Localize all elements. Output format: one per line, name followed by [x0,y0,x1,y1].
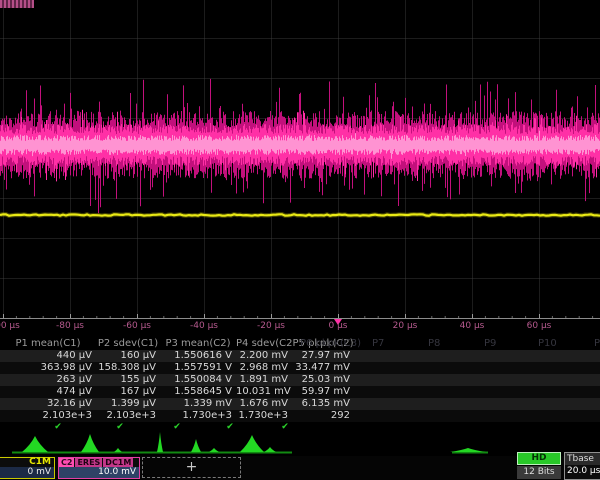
table-row: 263 µV155 µV1.550084 V1.891 mV25.03 mV [0,374,600,386]
trace-annotation-badge [0,0,34,8]
time-axis-tick-label: -20 µs [257,321,285,331]
c1-scale-label: 0 mV [0,467,54,478]
time-axis-tick-label: 40 µs [460,321,485,331]
waveform-canvas [0,0,600,337]
measurement-cell: 1.339 mV [160,398,236,410]
measure-header-unused[interactable]: P6 pkpk(C3) [300,338,361,349]
c2-channel-badge: C2 [59,458,74,467]
measurement-cell: 33.477 mV [292,362,354,374]
time-axis-tick-label: 0 µs [328,321,347,331]
measurement-cell: 25.03 mV [292,374,354,386]
measure-header-unused[interactable]: P9 [484,338,496,349]
measurement-cell: 6.135 mV [292,398,354,410]
measurement-cell: 2.200 mV [236,350,292,362]
table-row: 474 µV167 µV1.558645 V10.031 mV59.97 mV [0,386,600,398]
timebase-title: Tbase [565,453,600,465]
measurement-cell: 59.97 mV [292,386,354,398]
channel-c1-descriptor[interactable]: C1M 0 mV [0,457,55,479]
measurement-cell: 27.97 mV [292,350,354,362]
measurement-cell: 1.730e+3 [236,410,292,422]
measurement-cell: 1.558645 V [160,386,236,398]
measurement-cell: 2.103e+3 [96,410,160,422]
measurement-cell: 158.308 µV [96,362,160,374]
channel-c2-descriptor[interactable]: C2 ERES DC1M 10.0 mV [58,457,140,479]
plus-icon: + [186,459,198,475]
measurement-cell: 32.16 µV [0,398,96,410]
measurement-cell: 1.730e+3 [160,410,236,422]
measurement-cell: 160 µV [96,350,160,362]
c2-coupling-badge: DC1M [103,458,133,467]
time-axis-tick-label: -60 µs [123,321,151,331]
measurement-cell: 2.968 mV [236,362,292,374]
time-axis-tick-label: 20 µs [393,321,418,331]
table-row: 440 µV160 µV1.550616 V2.200 mV27.97 mV [0,350,600,362]
measurement-cell: 1.550084 V [160,374,236,386]
measurement-rows: 440 µV160 µV1.550616 V2.200 mV27.97 mV36… [0,350,600,422]
measure-header[interactable]: P3 mean(C2) [160,338,236,350]
measurement-cell: 1.399 µV [96,398,160,410]
measurement-cell: 10.031 mV [236,386,292,398]
measurement-cell: 1.676 mV [236,398,292,410]
measure-header-unused[interactable]: P8 [428,338,440,349]
time-axis-tick-label: 60 µs [527,321,552,331]
measurement-cell: 474 µV [0,386,96,398]
oscilloscope-screen: -100 µs -80 µs -60 µs -40 µs -20 µs 0 µs 20 µs… [0,0,600,480]
add-trace-button[interactable]: + [142,457,241,478]
c2-badges: C2 ERES DC1M [59,458,139,467]
measurement-cell: 1.891 mV [236,374,292,386]
measure-header-unused[interactable]: P7 [372,338,384,349]
measurement-cell: 2.103e+3 [0,410,96,422]
table-row: 32.16 µV1.399 µV1.339 mV1.676 mV6.135 mV [0,398,600,410]
c2-scale-label: 10.0 mV [59,467,139,478]
waveform-plot-area[interactable]: -100 µs -80 µs -60 µs -40 µs -20 µs 0 µs 20 µs… [0,0,600,337]
measurement-cell: 167 µV [96,386,160,398]
hd-mode-badge[interactable]: HD [517,452,561,465]
measurement-table: P1 mean(C1)P2 sdev(C1)P3 mean(C2)P4 sdev… [0,337,600,431]
measurement-cell: 1.550616 V [160,350,236,362]
table-row: 363.98 µV158.308 µV1.557591 V2.968 mV33.… [0,362,600,374]
hd-bits-label: 12 Bits [517,466,561,479]
measurement-cell: 292 [292,410,354,422]
table-row: 2.103e+32.103e+31.730e+31.730e+3292 [0,410,600,422]
c2-eres-badge: ERES [75,458,102,467]
measurement-cell: 440 µV [0,350,96,362]
histogram-strip [0,431,600,456]
measurement-cell: 363.98 µV [0,362,96,374]
time-axis-tick-label: -100 µs [0,321,20,331]
time-axis-tick-label: -80 µs [56,321,84,331]
time-axis-tick-label: -40 µs [190,321,218,331]
measure-header-unused[interactable]: P [594,338,600,349]
measurement-cell: 263 µV [0,374,96,386]
measure-header[interactable]: P4 sdev(C2) [236,338,292,350]
measure-header[interactable]: P1 mean(C1) [0,338,96,350]
c1-coupling-label: C1M [0,458,54,467]
timebase-descriptor[interactable]: Tbase 20.0 µs [564,452,600,480]
histogram-canvas [0,431,600,456]
measure-header[interactable]: P2 sdev(C1) [96,338,160,350]
timebase-scale-label: 20.0 µs [565,465,600,478]
bottom-bar: C1M 0 mV C2 ERES DC1M 10.0 mV + HD 12 Bi… [0,456,600,480]
measurement-cell: 1.557591 V [160,362,236,374]
measurement-cell: 155 µV [96,374,160,386]
measure-header-unused[interactable]: P10 [538,338,557,349]
